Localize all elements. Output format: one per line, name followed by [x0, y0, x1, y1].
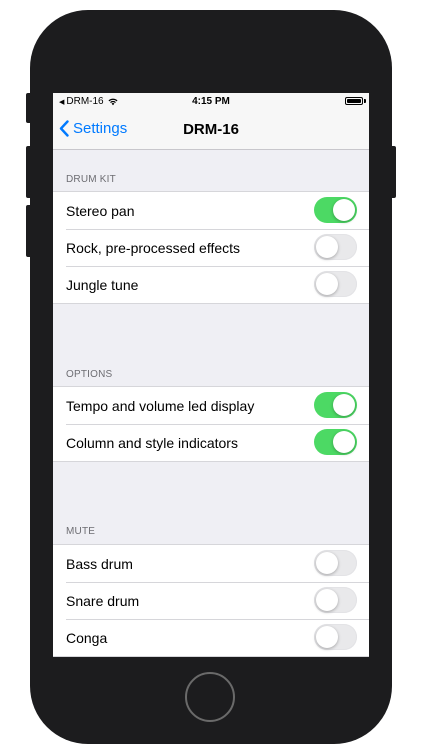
- tempo-volume-led-toggle[interactable]: [314, 392, 357, 418]
- toggle-knob: [316, 552, 338, 574]
- toggle-knob: [333, 394, 355, 416]
- toggle-knob: [316, 626, 338, 648]
- jungle-tune-toggle[interactable]: [314, 271, 357, 297]
- list-item-conga: Conga: [53, 619, 369, 656]
- battery-icon: [345, 97, 363, 105]
- status-bar: ◀ DRM-16 4:15 PM: [53, 93, 369, 111]
- row-label: Tempo and volume led display: [66, 398, 255, 414]
- back-button-label: Settings: [73, 120, 128, 137]
- screen: ◀ DRM-16 4:15 PM Settings DRM-16 DRUM KI…: [53, 93, 369, 657]
- navigation-bar: Settings DRM-16: [53, 111, 369, 150]
- list-item-tempo-volume-led: Tempo and volume led display: [53, 387, 369, 424]
- list-item-stereo-pan: Stereo pan: [53, 192, 369, 229]
- section-header-drum-kit: DRUM KIT: [66, 174, 116, 185]
- battery-tip: [364, 99, 366, 103]
- list-item-jungle-tune: Jungle tune: [53, 266, 369, 303]
- row-label: Column and style indicators: [66, 435, 238, 451]
- snare-drum-toggle[interactable]: [314, 587, 357, 613]
- row-label: Bass drum: [66, 556, 133, 572]
- row-label: Stereo pan: [66, 203, 135, 219]
- toggle-knob: [316, 236, 338, 258]
- list-item-rock-effects: Rock, pre-processed effects: [53, 229, 369, 266]
- status-time: 4:15 PM: [192, 96, 230, 107]
- list-item-snare-drum: Snare drum: [53, 582, 369, 619]
- group-drum-kit: Stereo pan Rock, pre-processed effects J…: [53, 191, 369, 304]
- home-button[interactable]: [185, 672, 235, 722]
- toggle-knob: [333, 199, 355, 221]
- row-label: Jungle tune: [66, 277, 139, 293]
- section-header-options: OPTIONS: [66, 369, 113, 380]
- row-label: Snare drum: [66, 593, 140, 609]
- conga-toggle[interactable]: [314, 624, 357, 650]
- row-label: Rock, pre-processed effects: [66, 240, 241, 256]
- toggle-knob: [333, 431, 355, 453]
- section-header-mute: MUTE: [66, 526, 96, 537]
- toggle-knob: [316, 273, 338, 295]
- column-style-indicators-toggle[interactable]: [314, 429, 357, 455]
- row-label: Conga: [66, 630, 108, 646]
- bass-drum-toggle[interactable]: [314, 550, 357, 576]
- group-mute: Bass drum Snare drum Conga: [53, 544, 369, 657]
- toggle-knob: [316, 589, 338, 611]
- rock-effects-toggle[interactable]: [314, 234, 357, 260]
- list-item-column-style-indicators: Column and style indicators: [53, 424, 369, 461]
- list-item-bass-drum: Bass drum: [53, 545, 369, 582]
- stereo-pan-toggle[interactable]: [314, 197, 357, 223]
- chevron-left-icon: [59, 120, 69, 137]
- group-options: Tempo and volume led display Column and …: [53, 386, 369, 462]
- back-button[interactable]: Settings: [59, 120, 127, 137]
